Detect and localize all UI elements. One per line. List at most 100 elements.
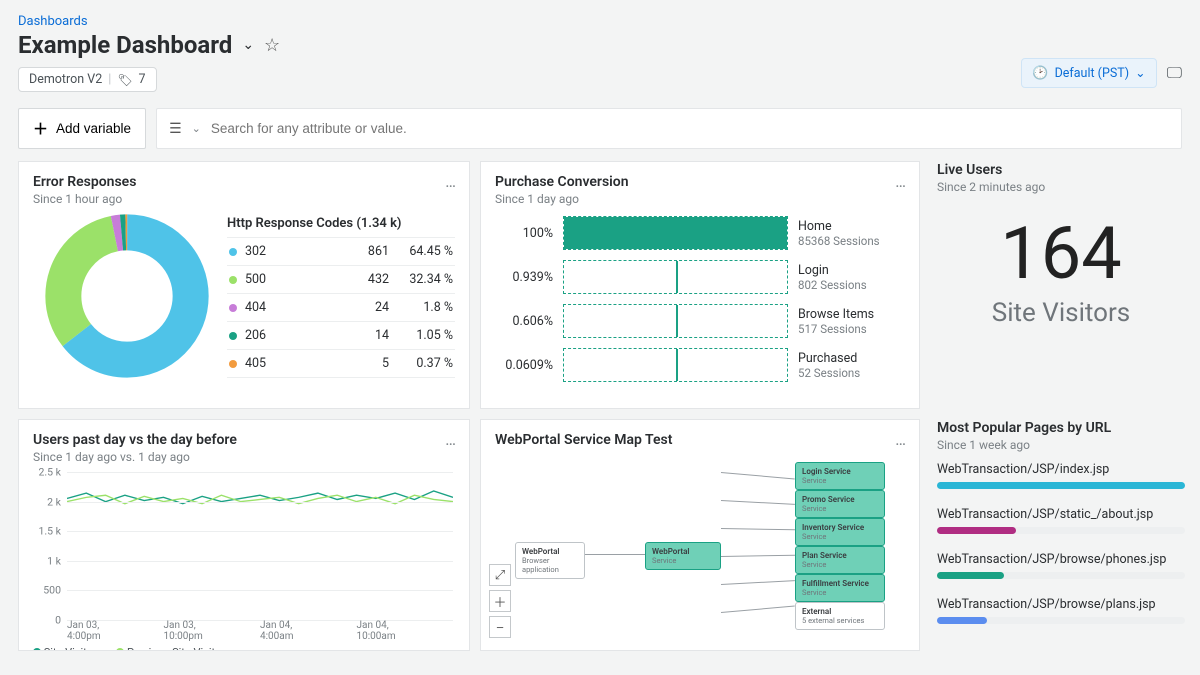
zoom-out-button[interactable]: − bbox=[489, 616, 511, 638]
legend-pct: 64.45 % bbox=[397, 244, 453, 259]
page-url: WebTransaction/JSP/static_/about.jsp bbox=[937, 507, 1185, 522]
node-leaf[interactable]: External5 external services bbox=[795, 602, 885, 630]
legend-title: Http Response Codes (1.34 k) bbox=[227, 216, 455, 231]
timezone-picker[interactable]: 🕑 Default (PST) ⌄ bbox=[1021, 58, 1156, 88]
card-title: Users past day vs the day before bbox=[33, 432, 455, 448]
legend-value: 24 bbox=[345, 300, 389, 315]
funnel-label: Browse Items517 Sessions bbox=[798, 307, 874, 336]
donut-chart bbox=[33, 212, 221, 380]
card-subtitle: Since 1 day ago vs. 1 day ago bbox=[33, 450, 455, 464]
filter-icon: ☰ bbox=[169, 121, 182, 137]
chart-legend-item: Site Visitors bbox=[33, 646, 102, 651]
page-title: Example Dashboard bbox=[18, 31, 232, 59]
funnel-row: 0.606% Browse Items517 Sessions bbox=[495, 304, 905, 338]
legend-row[interactable]: 405 5 0.37 % bbox=[227, 349, 455, 378]
legend-row[interactable]: 404 24 1.8 % bbox=[227, 293, 455, 321]
funnel-pct: 0.939% bbox=[495, 270, 553, 285]
live-users-value: 164 bbox=[941, 218, 1181, 290]
card-subtitle: Since 1 week ago bbox=[937, 438, 1185, 452]
page-row[interactable]: WebTransaction/JSP/browse/phones.jsp bbox=[937, 552, 1185, 579]
page-bar bbox=[937, 527, 1185, 534]
zoom-in-button[interactable]: ＋ bbox=[489, 590, 511, 612]
legend-dot bbox=[229, 276, 237, 284]
card-users-comparison: … Users past day vs the day before Since… bbox=[18, 419, 470, 651]
card-title: WebPortal Service Map Test bbox=[495, 432, 905, 448]
legend-row[interactable]: 500 432 32.34 % bbox=[227, 265, 455, 293]
legend-table: Http Response Codes (1.34 k) 302 861 64.… bbox=[227, 212, 455, 380]
chevron-down-icon[interactable]: ⌄ bbox=[192, 122, 201, 135]
node-service[interactable]: WebPortalService bbox=[645, 542, 721, 570]
more-icon[interactable]: … bbox=[895, 172, 907, 191]
timezone-label: Default (PST) bbox=[1055, 66, 1130, 81]
fullscreen-icon[interactable]: 🖵 bbox=[1167, 63, 1182, 83]
funnel-bar bbox=[563, 216, 788, 250]
live-users-caption: Site Visitors bbox=[941, 298, 1181, 328]
card-service-map: … WebPortal Service Map Test WebPortalBr… bbox=[480, 419, 920, 651]
more-icon[interactable]: … bbox=[445, 172, 457, 191]
legend-value: 14 bbox=[345, 328, 389, 343]
legend-dot bbox=[229, 332, 237, 340]
card-title: Purchase Conversion bbox=[495, 174, 905, 190]
star-icon[interactable]: ☆ bbox=[264, 35, 280, 56]
legend-code: 302 bbox=[245, 244, 337, 259]
funnel-bar bbox=[563, 304, 788, 338]
zoom-fit-button[interactable]: ⤢ bbox=[489, 564, 511, 586]
funnel-pct: 100% bbox=[495, 226, 553, 241]
funnel-pct: 0.0609% bbox=[495, 358, 553, 373]
legend-row[interactable]: 302 861 64.45 % bbox=[227, 237, 455, 265]
breadcrumb[interactable]: Dashboards bbox=[18, 10, 1182, 29]
x-tick: Jan 03, 4:00pm bbox=[67, 620, 164, 642]
page-url: WebTransaction/JSP/index.jsp bbox=[937, 462, 1185, 477]
legend-pct: 1.8 % bbox=[397, 300, 453, 315]
legend-dot bbox=[229, 360, 237, 368]
legend-value: 5 bbox=[345, 356, 389, 371]
legend-code: 500 bbox=[245, 272, 337, 287]
page-row[interactable]: WebTransaction/JSP/static_/about.jsp bbox=[937, 507, 1185, 534]
funnel-row: 100% Home85368 Sessions bbox=[495, 216, 905, 250]
add-variable-button[interactable]: ＋ Add variable bbox=[18, 108, 146, 149]
card-purchase-conversion: … Purchase Conversion Since 1 day ago 10… bbox=[480, 161, 920, 409]
service-map[interactable]: WebPortalBrowser application WebPortalSe… bbox=[495, 452, 905, 636]
funnel-label: Login802 Sessions bbox=[798, 263, 867, 292]
node-browser[interactable]: WebPortalBrowser application bbox=[515, 542, 585, 579]
legend-value: 432 bbox=[345, 272, 389, 287]
card-subtitle: Since 1 day ago bbox=[495, 192, 905, 206]
card-subtitle: Since 1 hour ago bbox=[33, 192, 455, 206]
legend-row[interactable]: 206 14 1.05 % bbox=[227, 321, 455, 349]
search-bar[interactable]: ☰ ⌄ bbox=[156, 108, 1182, 149]
node-leaf[interactable]: Fulfillment ServiceService bbox=[795, 574, 885, 602]
node-leaf[interactable]: Promo ServiceService bbox=[795, 490, 885, 518]
page-bar bbox=[937, 617, 1185, 624]
page-row[interactable]: WebTransaction/JSP/browse/plans.jsp bbox=[937, 597, 1185, 624]
chart-legend-item: Previous Site Visitors bbox=[116, 646, 230, 651]
funnel-label: Home85368 Sessions bbox=[798, 219, 880, 248]
node-leaf[interactable]: Plan ServiceService bbox=[795, 546, 885, 574]
card-error-responses: … Error Responses Since 1 hour ago Http … bbox=[18, 161, 470, 409]
card-popular-pages: Most Popular Pages by URL Since 1 week a… bbox=[930, 419, 1186, 651]
chevron-down-icon[interactable]: ⌄ bbox=[242, 37, 254, 53]
more-icon[interactable]: … bbox=[895, 430, 907, 449]
account-chip-label: Demotron V2 bbox=[29, 72, 102, 87]
y-tick: 500 bbox=[43, 584, 61, 597]
funnel-row: 0.0609% Purchased52 Sessions bbox=[495, 348, 905, 382]
more-icon[interactable]: … bbox=[445, 430, 457, 449]
account-chip[interactable]: Demotron V2 | 🏷 7 bbox=[18, 67, 157, 92]
legend-code: 404 bbox=[245, 300, 337, 315]
x-tick: Jan 04, 10:00am bbox=[357, 620, 454, 642]
add-variable-label: Add variable bbox=[56, 121, 131, 136]
search-input[interactable] bbox=[211, 121, 1169, 136]
legend-dot bbox=[229, 248, 237, 256]
page-row[interactable]: WebTransaction/JSP/index.jsp bbox=[937, 462, 1185, 489]
x-tick: Jan 04, 4:00am bbox=[260, 620, 357, 642]
legend-pct: 32.34 % bbox=[397, 272, 453, 287]
node-leaf[interactable]: Inventory ServiceService bbox=[795, 518, 885, 546]
y-tick: 1 k bbox=[47, 554, 61, 567]
node-leaf[interactable]: Login ServiceService bbox=[795, 462, 885, 490]
plus-icon: ＋ bbox=[33, 118, 48, 139]
card-subtitle: Since 2 minutes ago bbox=[937, 180, 1185, 194]
funnel-bar bbox=[563, 260, 788, 294]
legend-pct: 1.05 % bbox=[397, 328, 453, 343]
legend-code: 206 bbox=[245, 328, 337, 343]
line-chart: 2.5 k2 k1.5 k1 k5000 Jan 03, 4:00pmJan 0… bbox=[33, 472, 455, 642]
y-tick: 1.5 k bbox=[39, 525, 62, 538]
